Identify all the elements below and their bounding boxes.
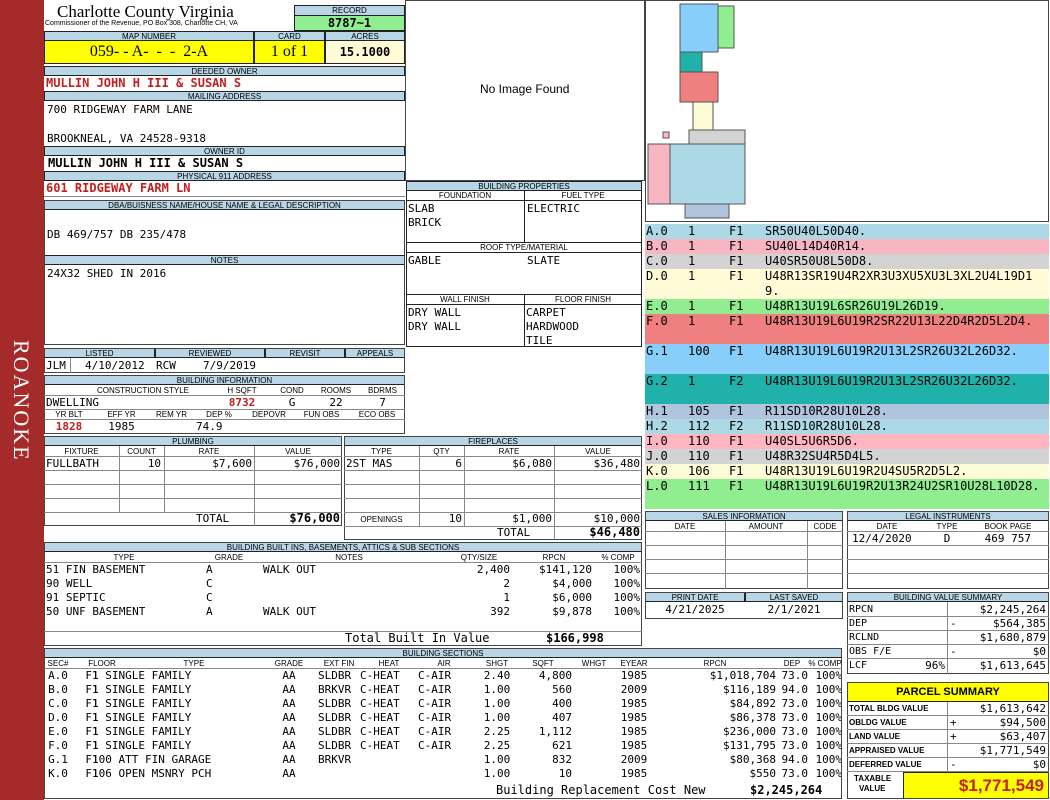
sketch-cell: F2 <box>729 419 744 433</box>
sketch-cell: SU40L14D40R14. <box>765 239 867 253</box>
mailing-line1: 700 RIDGEWAY FARM LANE <box>47 103 193 116</box>
sketch-cell: A.0 <box>646 224 668 238</box>
sketch-cell: H.2 <box>646 419 668 433</box>
sketch-cell: G.2 <box>646 374 668 388</box>
sketch-cell: U48R13U19L6U19R2U13L2SR26U32L26D32. <box>765 374 1018 388</box>
sketch-cell: 1 <box>688 269 696 283</box>
sketch-code-row: B.0 1 F1 SU40L14D40R14. <box>645 239 1049 254</box>
sketch-code-row: F.0 1 F1 U48R13U19L6U19R2SR22U13L22D4R2D5L2… <box>645 314 1049 344</box>
sketch-cell: E.0 <box>646 299 668 313</box>
sketch-cell: F1 <box>729 269 744 283</box>
floor-sketch <box>647 3 746 219</box>
map-number: 059- - A- - - 2-A <box>44 40 254 64</box>
sketch-cell: G.1 <box>646 344 668 358</box>
sketch-cell: I.0 <box>646 434 668 448</box>
sketch-cell: 1 <box>688 299 696 313</box>
sketch-code-row: G.2 1 F2 U48R13U19L6U19R2U13L2SR26U32L26D32… <box>645 374 1049 404</box>
county-title: Charlotte County Virginia <box>57 2 234 21</box>
ownerid-header: OWNER ID <box>44 146 405 156</box>
sketch-cell: H.1 <box>646 404 668 418</box>
sketch-cell: SR50U40L50D40. <box>765 224 867 238</box>
sketch-code-row: D.0 1 F1 U48R13SR19U4R2XR3U3XU5XU3L3XL2U4L1… <box>645 269 1049 299</box>
sketch-cell: F1 <box>729 254 744 268</box>
county-subtitle: Commissioner of the Revenue, PO Box 308,… <box>45 20 238 27</box>
sketch-cell: 1 <box>688 239 696 253</box>
sketch-cell: F1 <box>729 344 744 358</box>
sketch-code-row: C.0 1 F1 U40SR50U8L50D8. <box>645 254 1049 269</box>
sketch-cell: F1 <box>729 224 744 238</box>
sketch-cell: F.0 <box>646 314 668 328</box>
sketch-cell: U48R13U19L6SR26U19L26D19. <box>765 299 946 313</box>
sketch-cell: B.0 <box>646 239 668 253</box>
owner-id: MULLIN JOHN H III & SUSAN S <box>48 156 244 170</box>
sketch-cell: C.0 <box>646 254 668 268</box>
sketch-cell: F2 <box>729 374 744 388</box>
sketch-code-row: L.0 111 F1 U48R13U19L6U19R2U13R24U2SR10U28L… <box>645 479 1049 509</box>
sketch-cell: U48R13U19L6U19R2U4SU5R2D5L2. <box>765 464 968 478</box>
sketch-cell: U48R13SR19U4R2XR3U3XU5XU3L3XL2U4L19D19. <box>765 269 1033 298</box>
sketch-cell: F1 <box>729 449 744 463</box>
sketch-cell: 111 <box>688 479 710 493</box>
notes-frame <box>44 200 405 345</box>
sketch-cell: 106 <box>688 464 710 478</box>
sketch-cell: 112 <box>688 419 710 433</box>
sketch-cell: F1 <box>729 479 744 493</box>
sketch-cell: F1 <box>729 464 744 478</box>
card-number: 1 of 1 <box>254 40 325 64</box>
sketch-cell: 110 <box>688 449 710 463</box>
mailing-header: MAILING ADDRESS <box>44 91 405 101</box>
sketch-cell: U40SR50U8L50D8. <box>765 254 874 268</box>
sketch-code-row: I.0 110 F1 U40SL5U6R5D6. <box>645 434 1049 449</box>
sketch-cell: L.0 <box>646 479 668 493</box>
sketch-cell: J.0 <box>646 449 668 463</box>
sketch-code-row: H.2 112 F2 R11SD10R28U10L28. <box>645 419 1049 434</box>
sidebar-label: ROANOKE <box>9 340 34 462</box>
sketch-code-row: G.1 100 F1 U48R13U19L6U19R2U13L2SR26U32L26D… <box>645 344 1049 374</box>
sketch-code-row: K.0 106 F1 U48R13U19L6U19R2U4SU5R2D5L2. <box>645 464 1049 479</box>
sketch-cell: F1 <box>729 314 744 328</box>
mailing-line2: BROOKNEAL, VA 24528-9318 <box>47 132 206 145</box>
sketch-cell: 1 <box>688 374 696 388</box>
sketch-cell: U48R13U19L6U19R2U13L2SR26U32L26D32. <box>765 344 1018 358</box>
sketch-cell: R11SD10R28U10L28. <box>765 419 888 433</box>
physical-address: 601 RIDGEWAY FARM LN <box>46 181 191 195</box>
sketch-cell: F1 <box>729 299 744 313</box>
physical-header: PHYSICAL 911 ADDRESS <box>44 171 405 181</box>
sketch-code-row: H.1 105 F1 R11SD10R28U10L28. <box>645 404 1049 419</box>
sketch-cell: U48R32SU4R5D4L5. <box>765 449 881 463</box>
no-image-text: No Image Found <box>480 82 570 96</box>
sketch-cell: 1 <box>688 254 696 268</box>
sketch-cell: 100 <box>688 344 710 358</box>
sketch-cell: R11SD10R28U10L28. <box>765 404 888 418</box>
owner-header: DEEDED OWNER <box>44 66 405 76</box>
sketch-cell: F1 <box>729 404 744 418</box>
sketch-code-row: E.0 1 F1 U48R13U19L6SR26U19L26D19. <box>645 299 1049 314</box>
sidebar: ROANOKE <box>0 0 44 800</box>
sketch-code-row: J.0 110 F1 U48R32SU4R5D4L5. <box>645 449 1049 464</box>
sketch-cell: 1 <box>688 314 696 328</box>
sketch-cell: K.0 <box>646 464 668 478</box>
sketch-cell: U48R13U19L6U19R2SR22U13L22D4R2D5L2D4. <box>765 314 1033 328</box>
sketch-cell: U48R13U19L6U19R2U13R24U2SR10U28L10D28. <box>765 479 1040 493</box>
sketch-cell: D.0 <box>646 269 668 283</box>
record-value: 8787~1 <box>294 15 405 31</box>
sketch-cell: 1 <box>688 224 696 238</box>
owner-name: MULLIN JOHN H III & SUSAN S <box>46 76 242 90</box>
acres-value: 15.1000 <box>325 40 405 64</box>
sketch-code-row: A.0 1 F1 SR50U40L50D40. <box>645 224 1049 239</box>
sketch-cell: U40SL5U6R5D6. <box>765 434 859 448</box>
sketch-cell: F1 <box>729 239 744 253</box>
sketch-cell: F1 <box>729 434 744 448</box>
sketch-cell: 105 <box>688 404 710 418</box>
sketch-cell: 110 <box>688 434 710 448</box>
